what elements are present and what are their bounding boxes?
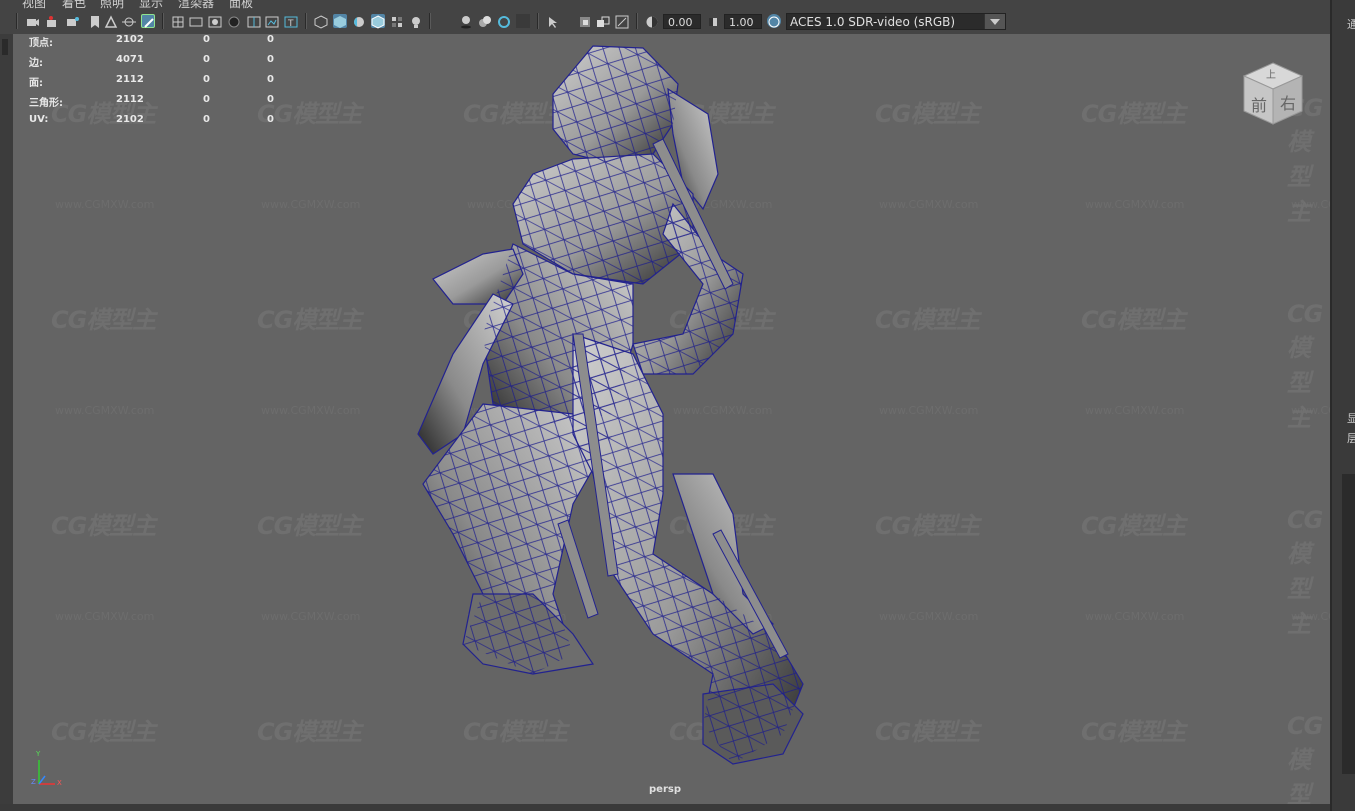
- viewcube-right-label[interactable]: 右: [1280, 90, 1296, 114]
- right-side-panel: 通 显 层: [1330, 0, 1355, 811]
- default-material-icon[interactable]: [352, 14, 366, 28]
- gamma-icon[interactable]: [706, 14, 720, 28]
- panel-handle[interactable]: [2, 39, 8, 55]
- axis-label-z: Z: [31, 778, 36, 786]
- color-space-value: ACES 1.0 SDR-video (sRGB): [790, 15, 956, 29]
- viewcube-front-label[interactable]: 前: [1251, 92, 1267, 116]
- toolbar-separator: [429, 13, 431, 29]
- xray-icon[interactable]: [578, 14, 592, 28]
- gamma-field[interactable]: 1.00: [724, 14, 762, 29]
- wireframe-on-shaded-icon[interactable]: [371, 14, 385, 29]
- hud-row-vertices: 顶点: 2102 0 0: [29, 34, 274, 49]
- color-space-select[interactable]: ACES 1.0 SDR-video (sRGB): [786, 13, 1006, 30]
- hud-row-uvs: UV: 2102 0 0: [29, 114, 274, 125]
- xray-joints-icon[interactable]: [596, 14, 610, 28]
- bottom-panel-edge: [0, 804, 1330, 811]
- camera-icon[interactable]: [26, 14, 40, 28]
- textured-icon[interactable]: [390, 14, 404, 28]
- toolbar-separator: [537, 13, 539, 29]
- grid-icon[interactable]: [171, 14, 185, 28]
- panel-toolbar: T 0.00 1.00 ACES 1.0 SDR-video (sRGB): [0, 10, 1330, 35]
- motion-blur-icon[interactable]: [497, 14, 511, 28]
- maya-window: 视图 着色 照明 显示 渲染器 面板 T 0.00 1.00 ACES 1.0 …: [0, 0, 1355, 811]
- toolbar-separator: [305, 13, 307, 29]
- right-panel-label-3[interactable]: 层: [1347, 430, 1355, 446]
- persp-viewport[interactable]: CG模型主 www.CGMXW.com CG模型主 www.CGMXW.com CG模型…: [13, 34, 1330, 804]
- character-mesh[interactable]: [13, 34, 1330, 804]
- safe-title-icon[interactable]: T: [284, 14, 298, 29]
- panel-menu-bar: 视图 着色 照明 显示 渲染器 面板: [0, 0, 1330, 10]
- toolbar-separator: [16, 13, 18, 29]
- axis-label-x: X: [57, 779, 62, 787]
- safe-action-icon[interactable]: [265, 14, 279, 28]
- color-management-icon[interactable]: [767, 14, 781, 28]
- svg-text:T: T: [287, 19, 294, 29]
- viewcube[interactable]: 上 前 右: [1238, 58, 1308, 132]
- hud-row-faces: 面: 2112 0 0: [29, 74, 274, 89]
- image-plane-icon[interactable]: [104, 14, 118, 28]
- axis-indicator: Y Z X: [31, 750, 73, 798]
- pencil-icon[interactable]: [141, 14, 155, 28]
- wireframe-icon[interactable]: [314, 14, 328, 29]
- anti-aliasing-icon[interactable]: [516, 14, 530, 28]
- toolbar-separator: [636, 13, 638, 29]
- film-gate-icon[interactable]: [189, 14, 203, 28]
- exposure-icon[interactable]: [645, 14, 659, 28]
- chevron-down-icon[interactable]: [984, 14, 1005, 29]
- lights-icon[interactable]: [409, 14, 423, 28]
- toolbar-separator: [162, 13, 164, 29]
- right-panel-label-2[interactable]: 显: [1347, 410, 1355, 426]
- bookmark-icon[interactable]: [88, 14, 102, 28]
- shadows-icon[interactable]: [459, 14, 473, 29]
- isolate-select-icon[interactable]: [546, 14, 560, 28]
- right-panel-label-1[interactable]: 通: [1347, 16, 1355, 32]
- left-panel-edge: [0, 34, 13, 811]
- smooth-shade-icon[interactable]: [333, 14, 347, 28]
- camera-attributes-icon[interactable]: [46, 14, 60, 28]
- ambient-occlusion-icon[interactable]: [478, 14, 492, 28]
- field-chart-icon[interactable]: [247, 14, 261, 28]
- bookmark-camera-icon[interactable]: [66, 14, 80, 28]
- resolution-gate-icon[interactable]: [208, 14, 222, 28]
- viewcube-top-label[interactable]: 上: [1266, 66, 1276, 81]
- gate-mask-icon[interactable]: [227, 14, 241, 28]
- axis-label-y: Y: [36, 750, 41, 758]
- xray-components-icon[interactable]: [615, 14, 629, 29]
- hud-row-triangles: 三角形: 2112 0 0: [29, 94, 274, 109]
- exposure-field[interactable]: 0.00: [663, 14, 701, 29]
- camera-name-label: persp: [649, 784, 681, 795]
- hud-row-edges: 边: 4071 0 0: [29, 54, 274, 69]
- right-panel-scrollbar[interactable]: [1342, 474, 1355, 774]
- grease-pencil-icon[interactable]: [122, 14, 136, 28]
